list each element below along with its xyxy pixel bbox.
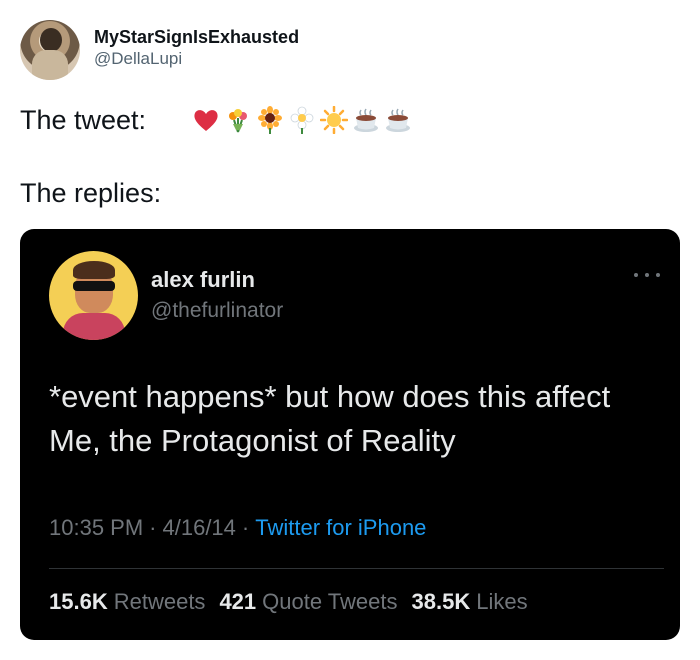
- tweet-stats: 15.6K Retweets 421 Quote Tweets 38.5K Likes: [49, 589, 542, 615]
- hot-beverage-icon: [352, 106, 380, 134]
- avatar-shirt: [63, 313, 125, 340]
- meta-separator: ·: [149, 515, 157, 540]
- sunflower-icon: [256, 106, 284, 134]
- outer-tweet-header: MyStarSignIsExhausted @DellaLupi: [20, 20, 680, 80]
- tweet-source-link[interactable]: Twitter for iPhone: [255, 515, 426, 541]
- avatar-hair: [73, 261, 115, 279]
- outer-user-info: MyStarSignIsExhausted @DellaLupi: [94, 26, 299, 70]
- retweets-label: Retweets: [113, 589, 206, 614]
- people-holding-hands-icon: [160, 106, 188, 134]
- sun-icon: [320, 106, 349, 134]
- tweet-time[interactable]: 10:35 PM: [49, 515, 143, 541]
- more-options-icon[interactable]: [634, 269, 660, 281]
- likes-label: Likes: [476, 589, 528, 614]
- reply-avatar[interactable]: [49, 251, 138, 340]
- tweet-date[interactable]: 4/16/14: [163, 515, 236, 541]
- divider: [49, 568, 664, 569]
- reply-tweet-text: *event happens* but how does this affect…: [49, 379, 611, 458]
- bouquet-icon: [224, 106, 252, 134]
- display-name[interactable]: MyStarSignIsExhausted: [94, 26, 299, 48]
- replies-label: The replies:: [20, 178, 162, 208]
- reply-tweet-card[interactable]: alex furlin @thefurlinator *event happen…: [20, 229, 680, 640]
- avatar-sunglasses: [73, 281, 115, 291]
- emoji-row: [160, 106, 412, 134]
- hot-beverage-icon: [384, 106, 412, 134]
- quote-tweets-count: 421: [219, 589, 257, 614]
- daisy-icon: [288, 106, 316, 134]
- likes-stat[interactable]: 38.5K Likes: [412, 589, 528, 615]
- retweets-count: 15.6K: [49, 589, 108, 614]
- avatar-hair: [40, 28, 62, 52]
- quote-tweets-label: Quote Tweets: [262, 589, 398, 614]
- tweet-line: The tweet:: [20, 100, 412, 140]
- user-handle[interactable]: @DellaLupi: [94, 48, 299, 70]
- avatar[interactable]: [20, 20, 80, 80]
- tweet-label: The tweet:: [20, 104, 147, 135]
- meta-separator: ·: [241, 515, 250, 540]
- reply-user-handle[interactable]: @thefurlinator: [151, 299, 283, 323]
- red-heart-icon: [192, 106, 220, 134]
- tweet-meta: 10:35 PM · 4/16/14 · Twitter for iPhone: [49, 515, 426, 541]
- reply-display-name[interactable]: alex furlin: [151, 267, 255, 293]
- avatar-coat: [32, 50, 68, 80]
- retweets-stat[interactable]: 15.6K Retweets: [49, 589, 205, 615]
- likes-count: 38.5K: [411, 589, 471, 614]
- quote-tweets-stat[interactable]: 421 Quote Tweets: [219, 589, 397, 615]
